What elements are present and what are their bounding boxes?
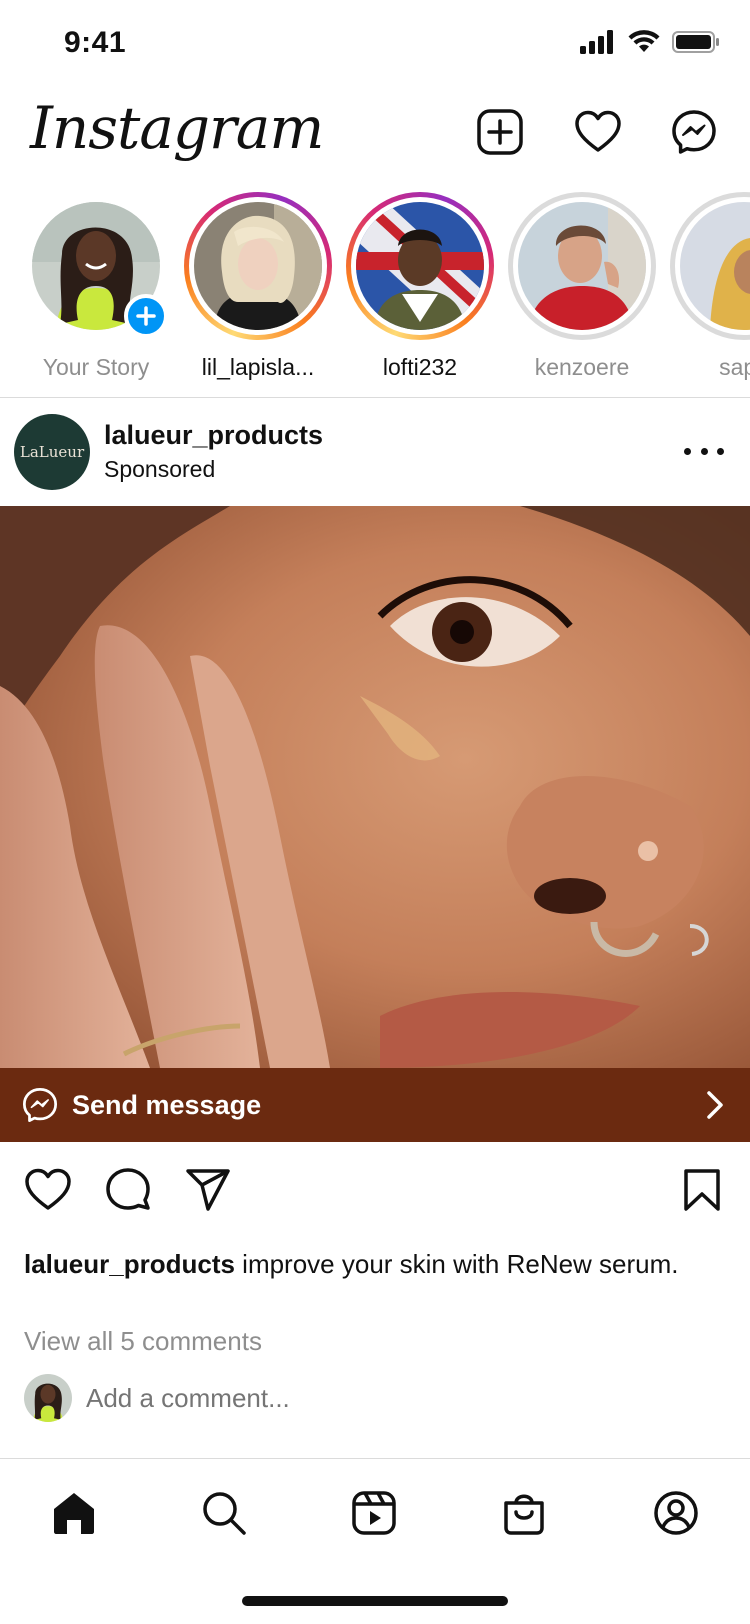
caption-text: improve your skin with ReNew serum.: [234, 1249, 679, 1279]
story-label: lil_lapisla...: [201, 354, 315, 380]
shop-icon: [504, 1494, 544, 1535]
bookmark-icon: [684, 1169, 720, 1211]
comment-button[interactable]: [102, 1164, 154, 1216]
tab-shop[interactable]: [498, 1487, 550, 1539]
story-ring: [508, 192, 656, 340]
chevron-right-icon: [707, 1091, 723, 1119]
status-icons: [580, 30, 720, 54]
share-button[interactable]: [182, 1164, 234, 1216]
app-header: Instagram: [0, 90, 750, 190]
status-bar: 9:41: [0, 0, 750, 90]
add-story-button[interactable]: [124, 294, 168, 338]
comment-icon: [106, 1168, 150, 1210]
tab-search[interactable]: [198, 1487, 250, 1539]
story-sapp[interactable]: sapp: [664, 192, 750, 381]
comment-input[interactable]: [86, 1382, 586, 1414]
post-header: LaLueur lalueur_products Sponsored: [0, 398, 750, 506]
cellular-signal-icon: [580, 30, 613, 54]
story-ring: [184, 192, 332, 340]
more-dot: [684, 447, 691, 455]
more-dot: [717, 447, 724, 455]
instagram-logo[interactable]: Instagram: [30, 94, 324, 162]
bottom-tab-bar: [0, 1458, 750, 1558]
messenger-button[interactable]: [668, 106, 720, 158]
cta-label: Send message: [72, 1089, 262, 1120]
search-icon: [203, 1492, 246, 1535]
plus-icon: [136, 306, 156, 326]
new-post-icon: [477, 109, 523, 155]
reels-icon: [352, 1491, 396, 1535]
activity-button[interactable]: [572, 106, 624, 158]
status-time: 9:41: [64, 26, 127, 59]
more-dot: [700, 447, 708, 455]
story-label: lofti232: [382, 354, 458, 380]
avatar: [518, 202, 646, 330]
story-label: sapp: [719, 354, 750, 380]
stories-tray[interactable]: Your Story lil_lapisla... lofti232 kenzo…: [0, 192, 750, 398]
share-icon: [186, 1169, 230, 1211]
post-actions: [0, 1164, 750, 1224]
avatar: [356, 202, 484, 330]
tab-reels[interactable]: [348, 1487, 400, 1539]
like-icon: [25, 1168, 71, 1210]
view-all-comments-link[interactable]: View all 5 comments: [24, 1326, 262, 1357]
avatar: [680, 202, 750, 330]
new-post-button[interactable]: [474, 106, 526, 158]
activity-heart-icon: [575, 110, 621, 152]
messenger-icon: [672, 110, 716, 154]
post-username[interactable]: lalueur_products: [104, 420, 323, 451]
close-up-face-serum-photo: [0, 506, 750, 1068]
story-your-story[interactable]: Your Story: [16, 192, 176, 381]
messenger-icon: [22, 1087, 58, 1123]
caption-username[interactable]: lalueur_products: [24, 1249, 235, 1279]
profile-icon: [654, 1491, 698, 1535]
save-button[interactable]: [676, 1164, 728, 1216]
story-ring: [22, 192, 170, 340]
story-ring: [670, 192, 750, 340]
post-avatar[interactable]: LaLueur: [14, 414, 90, 490]
story-ring: [346, 192, 494, 340]
tab-profile[interactable]: [650, 1487, 702, 1539]
battery-icon: [672, 31, 719, 53]
home-indicator[interactable]: [242, 1596, 508, 1606]
sponsored-label: Sponsored: [104, 456, 216, 482]
avatar-logo-text: LaLueur: [19, 443, 85, 461]
story-kenzoere[interactable]: kenzoere: [502, 192, 662, 381]
story-label: Your Story: [42, 354, 150, 380]
post-image[interactable]: [0, 506, 750, 1068]
send-message-cta[interactable]: Send message: [0, 1068, 750, 1142]
home-icon: [54, 1493, 94, 1534]
story-lofti232[interactable]: lofti232: [340, 192, 500, 381]
post-caption: lalueur_products improve your skin with …: [24, 1246, 714, 1282]
more-options-button[interactable]: [684, 436, 724, 466]
tab-home[interactable]: [48, 1487, 100, 1539]
avatar: [194, 202, 322, 330]
avatar: [24, 1374, 72, 1422]
like-button[interactable]: [22, 1164, 74, 1216]
wifi-icon: [628, 30, 660, 52]
story-label: kenzoere: [534, 354, 630, 380]
add-comment-row: [24, 1374, 724, 1422]
story-lil-lapisla[interactable]: lil_lapisla...: [178, 192, 338, 381]
